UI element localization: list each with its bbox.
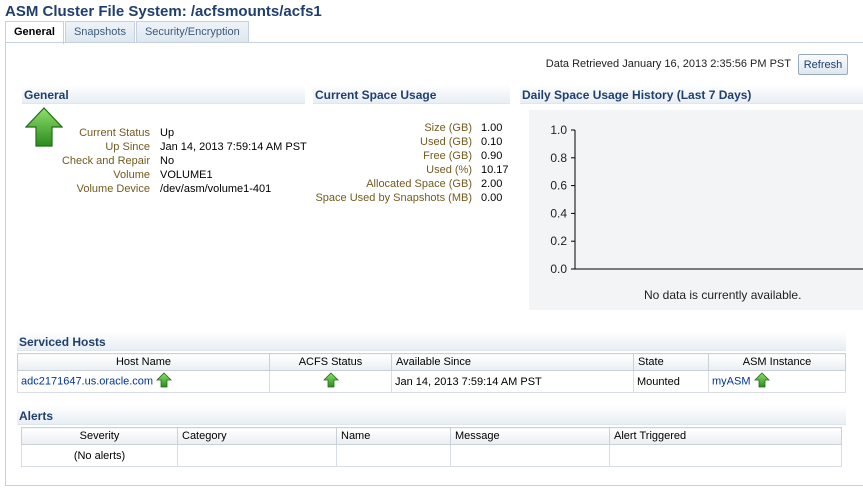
alerts-heading: Alerts [17,405,846,425]
tab-bar: General Snapshots Security/Encryption [5,21,250,44]
alerts-table: Severity Category Name Message Alert Tri… [21,427,842,467]
space-value-snapshots: 0.00 [481,192,503,204]
col-acfs-status[interactable]: ACFS Status [269,353,392,371]
serviced-hosts-heading: Serviced Hosts [17,331,846,351]
space-label-free: Free (GB) [423,150,472,162]
space-label-used-percent: Used (%) [426,164,472,176]
field-label-volume: Volume [113,169,150,181]
volume-link[interactable]: VOLUME1 [160,168,213,182]
col-asm-instance[interactable]: ASM Instance [708,353,846,371]
col-host-name[interactable]: Host Name [17,353,270,371]
table-row: adc2171647.us.oracle.com Jan 14, 2013 7:… [17,370,846,393]
space-value-used-percent: 10.17 [481,164,509,176]
field-label-volume-device: Volume Device [76,183,150,195]
up-arrow-icon [322,372,339,391]
empty-cell [177,444,337,467]
col-message[interactable]: Message [450,427,610,445]
empty-cell [609,444,842,467]
table-header-row: Host Name ACFS Status Available Since St… [17,353,846,371]
empty-cell [450,444,610,467]
col-state[interactable]: State [633,353,709,371]
cell-host-name: adc2171647.us.oracle.com [17,370,270,393]
chart-y-tick-label: 0.0 [550,262,567,276]
table-row: (No alerts) [21,444,842,467]
field-value-current-status: Up [160,127,175,139]
chart-y-tick-label: 0.2 [550,234,567,248]
no-data-message: No data is currently available. [644,288,802,302]
space-value-free: 0.90 [481,150,503,162]
field-label-check-and-repair: Check and Repair [61,155,150,167]
col-severity[interactable]: Severity [21,427,178,445]
tab-snapshots[interactable]: Snapshots [64,21,135,43]
field-label-up-since: Up Since [105,141,150,153]
history-chart: 1.0 0.8 0.6 0.4 0.2 0.0 [550,123,863,276]
chart-y-tick-label: 0.8 [550,151,567,165]
chart-y-tick-label: 1.0 [550,123,567,137]
host-link[interactable]: adc2171647.us.oracle.com [21,375,153,387]
col-available-since[interactable]: Available Since [391,353,634,371]
field-value-check-and-repair: No [160,155,175,167]
cell-asm-instance: myASM [708,370,846,393]
chart-y-ticks: 1.0 0.8 0.6 0.4 0.2 0.0 [550,123,575,276]
space-label-size: Size (GB) [424,122,472,134]
page-title: ASM Cluster File System: /acfsmounts/acf… [5,3,322,20]
field-label-current-status: Current Status [79,127,150,139]
space-value-allocated: 2.00 [481,178,503,190]
general-heading: General [22,84,305,104]
history-heading: Daily Space Usage History (Last 7 Days) [520,84,863,104]
tab-security-encryption[interactable]: Security/Encryption [135,21,249,43]
data-retrieved-text: Data Retrieved January 16, 2013 2:35:56 … [545,58,791,70]
space-value-used-gb: 0.10 [481,136,503,148]
cell-acfs-status [269,370,392,393]
empty-cell [336,444,451,467]
refresh-button[interactable]: Refresh [798,54,848,75]
col-alert-triggered[interactable]: Alert Triggered [609,427,842,445]
cell-available-since: Jan 14, 2013 7:59:14 AM PST [391,370,634,393]
up-arrow-icon [753,372,770,391]
table-header-row: Severity Category Name Message Alert Tri… [21,427,842,445]
chart-y-tick-label: 0.6 [550,179,567,193]
up-arrow-icon [156,372,173,391]
space-label-used-gb: Used (GB) [420,136,472,148]
asm-instance-link[interactable]: myASM [712,375,751,387]
field-value-up-since: Jan 14, 2013 7:59:14 AM PST [160,141,307,153]
space-usage-heading: Current Space Usage [313,84,510,104]
chart-y-tick-label: 0.4 [550,206,567,220]
field-value-volume-device: /dev/asm/volume1-401 [160,183,272,195]
space-value-size: 1.00 [481,122,503,134]
cell-state: Mounted [633,370,709,393]
col-category[interactable]: Category [177,427,337,445]
tab-general[interactable]: General [5,21,64,44]
no-alerts-cell: (No alerts) [21,444,178,467]
space-label-snapshots: Space Used by Snapshots (MB) [315,192,472,204]
col-name[interactable]: Name [336,427,451,445]
space-label-allocated: Allocated Space (GB) [366,178,472,190]
serviced-hosts-table: Host Name ACFS Status Available Since St… [17,353,846,393]
